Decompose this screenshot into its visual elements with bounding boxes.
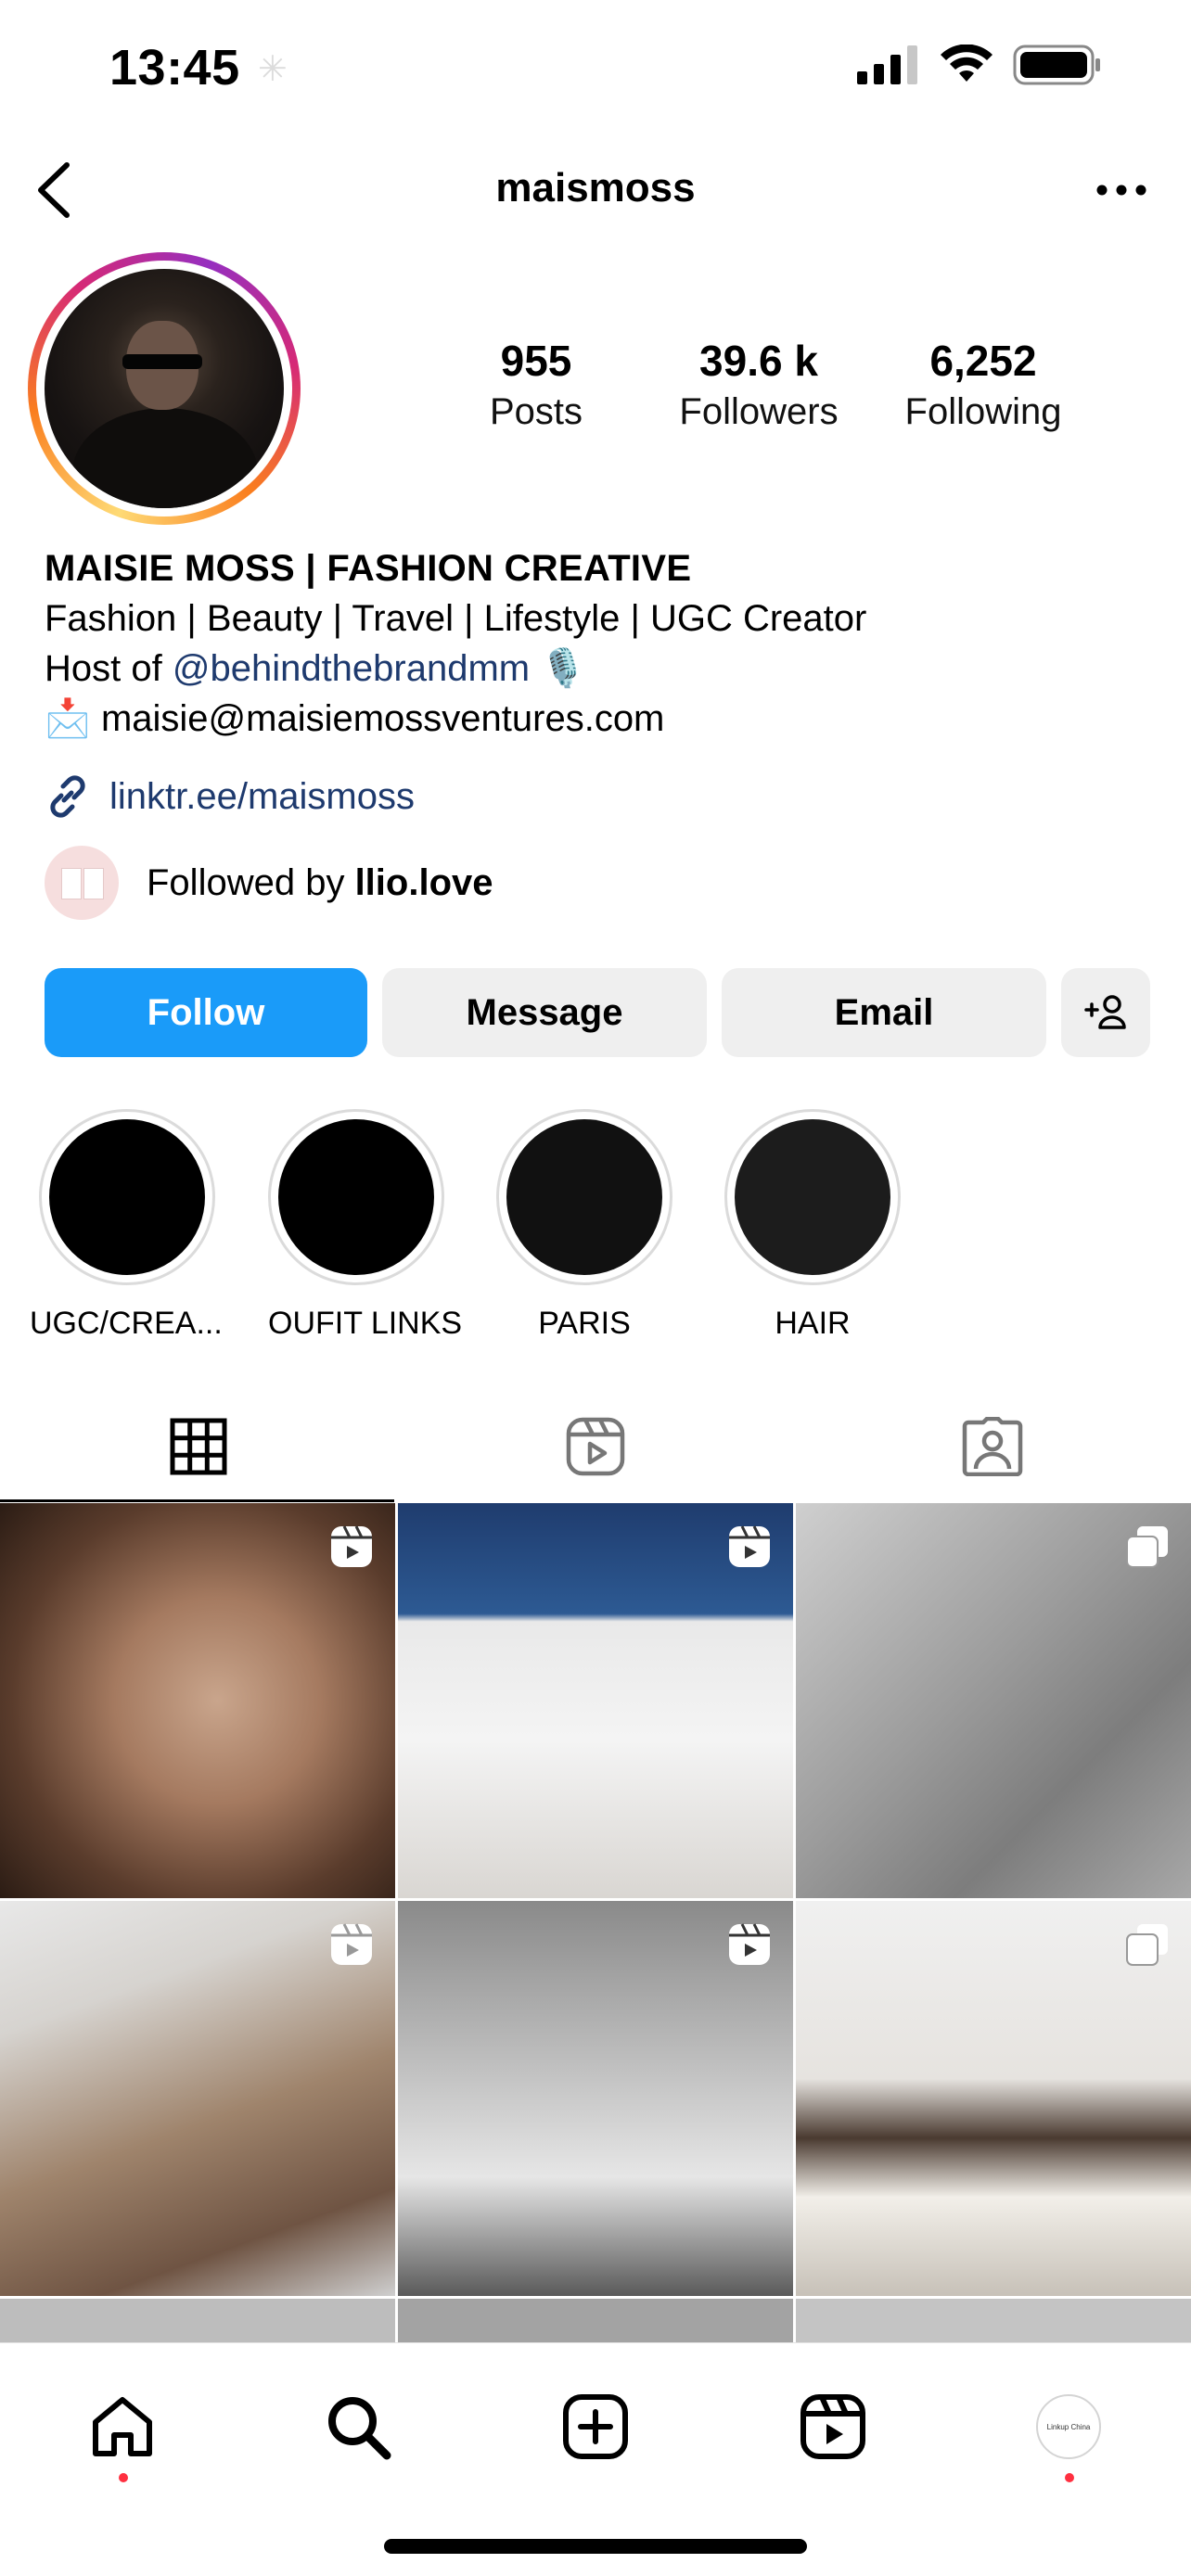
story-highlight[interactable]: PARIS: [496, 1109, 672, 1342]
grid-icon: [170, 1418, 227, 1475]
highlight-cover: [49, 1119, 205, 1275]
more-options-button[interactable]: [1089, 169, 1154, 211]
post-thumbnail[interactable]: [398, 1901, 793, 2296]
highlight-cover: [278, 1119, 434, 1275]
tab-posts-grid[interactable]: [0, 1391, 397, 1502]
suggest-people-button[interactable]: [1061, 968, 1150, 1057]
stat-value: 955: [500, 337, 572, 385]
followed-by-username: llio.love: [354, 861, 493, 903]
active-tab-indicator: [0, 1499, 394, 1502]
profile-link[interactable]: linktr.ee/maismoss: [43, 772, 415, 822]
message-button[interactable]: Message: [382, 968, 707, 1057]
reels-icon: [800, 2394, 865, 2459]
tab-tagged[interactable]: [794, 1391, 1191, 1502]
highlight-label: PARIS: [538, 1306, 631, 1341]
battery-icon: [1013, 45, 1100, 85]
followed-by-row[interactable]: Followed by llio.love: [45, 846, 493, 920]
profile-actions: Follow Message Email: [45, 968, 1150, 1057]
post-thumbnail[interactable]: [0, 1901, 395, 2296]
profile-content-tabs: [0, 1391, 1191, 1502]
carousel-badge-icon: [1126, 1526, 1168, 1568]
create-post-icon: [563, 2394, 628, 2459]
profile-bio: MAISIE MOSS | FASHION CREATIVE Fashion |…: [45, 543, 1158, 744]
envelope-icon: 📩: [45, 698, 91, 739]
screen-record-indicator: ✳: [258, 50, 288, 89]
profile-avatar-small: Linkup China: [1036, 2394, 1101, 2459]
link-icon: [50, 775, 85, 818]
nav-reels[interactable]: [787, 2380, 879, 2473]
tab-reels[interactable]: [397, 1391, 794, 1502]
bio-email: maisie@maisiemossventures.com: [100, 698, 665, 739]
post-thumbnail[interactable]: [398, 1503, 793, 1898]
notification-dot: [1065, 2473, 1074, 2482]
post-thumbnail[interactable]: [0, 1503, 395, 1898]
follower-avatar: [45, 846, 119, 920]
page-title: maismoss: [495, 165, 696, 210]
bio-host-line: Host of @behindthebrandmm 🎙️: [45, 644, 1158, 694]
nav-search[interactable]: [312, 2380, 404, 2473]
post-thumbnail[interactable]: [398, 2299, 793, 2343]
stat-posts[interactable]: 955 Posts: [471, 336, 601, 433]
post-thumbnail[interactable]: [796, 2299, 1191, 2343]
reel-badge-icon: [729, 1525, 770, 1567]
email-button[interactable]: Email: [722, 968, 1046, 1057]
follow-button[interactable]: Follow: [45, 968, 367, 1057]
story-highlight[interactable]: OUFIT LINKS: [268, 1109, 463, 1342]
reel-badge-icon: [729, 1923, 770, 1965]
profile-display-name: MAISIE MOSS | FASHION CREATIVE: [45, 548, 692, 589]
story-highlight[interactable]: UGC/CREA...: [30, 1109, 223, 1342]
avatar-photo: [45, 269, 284, 508]
cellular-signal-icon: [857, 45, 917, 84]
status-time: 13:45: [109, 40, 240, 96]
story-highlight[interactable]: HAIR: [724, 1109, 901, 1342]
status-bar: 13:45 ✳: [0, 0, 1191, 139]
search-icon: [328, 2397, 391, 2460]
highlight-label: UGC/CREA...: [30, 1306, 223, 1341]
highlight-cover: [506, 1119, 662, 1275]
bio-email-line: 📩 maisie@maisiemossventures.com: [45, 694, 1158, 744]
stat-value: 39.6 k: [699, 337, 818, 385]
reel-badge-icon: [331, 1525, 372, 1567]
notification-dot: [119, 2473, 128, 2482]
status-icons: [857, 45, 1102, 85]
stat-label: Followers: [679, 391, 839, 432]
nav-create[interactable]: [549, 2380, 642, 2473]
profile-link-text[interactable]: linktr.ee/maismoss: [109, 776, 415, 818]
more-horizontal-icon: [1096, 185, 1146, 196]
reels-icon: [566, 1417, 625, 1476]
bio-categories: Fashion | Beauty | Travel | Lifestyle | …: [45, 598, 867, 639]
profile-header: maismoss: [0, 148, 1191, 232]
post-thumbnail[interactable]: [796, 1901, 1191, 2296]
profile-avatar[interactable]: [28, 252, 301, 525]
stat-value: 6,252: [929, 337, 1037, 385]
nav-profile[interactable]: Linkup China: [1022, 2380, 1115, 2482]
home-indicator: [384, 2539, 807, 2554]
stat-followers[interactable]: 39.6 k Followers: [668, 336, 850, 433]
home-icon: [93, 2397, 152, 2456]
carousel-badge-icon: [1126, 1924, 1168, 1966]
nav-home[interactable]: [76, 2380, 169, 2482]
stat-label: Posts: [489, 391, 583, 432]
tagged-person-icon: [962, 1417, 1023, 1476]
stat-label: Following: [904, 391, 1062, 432]
reel-badge-icon: [331, 1923, 372, 1965]
wifi-icon: [941, 45, 992, 82]
microphone-icon: 🎙️: [540, 648, 587, 689]
post-thumbnail[interactable]: [0, 2299, 395, 2343]
mention-link[interactable]: @behindthebrandmm: [173, 648, 530, 689]
stat-following[interactable]: 6,252 Following: [890, 336, 1076, 433]
add-person-icon: [1084, 995, 1126, 1029]
highlight-label: OUFIT LINKS: [268, 1306, 463, 1341]
followed-by-text: Followed by llio.love: [147, 861, 493, 903]
bio-host-prefix: Host of: [45, 648, 173, 689]
highlight-cover: [735, 1119, 890, 1275]
post-thumbnail[interactable]: [796, 1503, 1191, 1898]
highlight-label: HAIR: [775, 1306, 851, 1341]
